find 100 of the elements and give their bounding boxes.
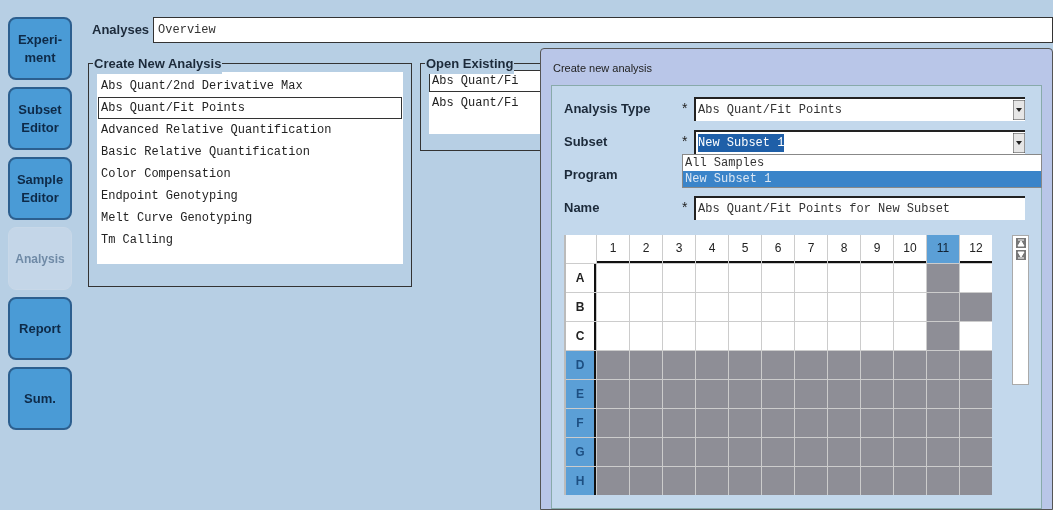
column-header[interactable]: 6	[762, 234, 794, 263]
dropdown-field[interactable]: Abs Quant/Fit Points	[694, 96, 1025, 121]
well[interactable]	[597, 263, 629, 292]
well[interactable]	[960, 437, 992, 466]
sidebar-tab[interactable]: Sample Editor	[8, 157, 72, 220]
well[interactable]	[630, 263, 662, 292]
well[interactable]	[597, 408, 629, 437]
well[interactable]	[795, 379, 827, 408]
well[interactable]	[663, 408, 695, 437]
well[interactable]	[861, 437, 893, 466]
column-header[interactable]: 7	[795, 234, 827, 263]
well[interactable]	[927, 350, 959, 379]
well[interactable]	[861, 350, 893, 379]
list-item[interactable]: Abs Quant/Fit Points	[98, 97, 402, 119]
well[interactable]	[894, 408, 926, 437]
dropdown-field[interactable]: New Subset 1	[694, 129, 1025, 154]
well[interactable]	[861, 408, 893, 437]
plate-corner-cell[interactable]	[566, 234, 596, 263]
well[interactable]	[828, 292, 860, 321]
well[interactable]	[696, 408, 728, 437]
row-header[interactable]: B	[566, 292, 596, 321]
well[interactable]	[729, 292, 761, 321]
well[interactable]	[894, 292, 926, 321]
well[interactable]	[894, 466, 926, 495]
well[interactable]	[861, 263, 893, 292]
well[interactable]	[795, 408, 827, 437]
list-item[interactable]: Basic Relative Quantification	[98, 141, 402, 163]
column-header[interactable]: 2	[630, 234, 662, 263]
scrollbar[interactable]	[1012, 234, 1029, 385]
well[interactable]	[894, 350, 926, 379]
list-item[interactable]: Color Compensation	[98, 163, 402, 185]
well[interactable]	[894, 263, 926, 292]
well[interactable]	[729, 437, 761, 466]
well[interactable]	[960, 350, 992, 379]
column-header[interactable]: 9	[861, 234, 893, 263]
well[interactable]	[597, 379, 629, 408]
well[interactable]	[861, 379, 893, 408]
well[interactable]	[630, 466, 662, 495]
scroll-bottom-icon[interactable]	[1015, 249, 1026, 260]
column-header[interactable]: 5	[729, 234, 761, 263]
well[interactable]	[663, 466, 695, 495]
well[interactable]	[696, 466, 728, 495]
column-header[interactable]: 11	[927, 234, 959, 263]
well[interactable]	[663, 350, 695, 379]
well[interactable]	[762, 292, 794, 321]
well[interactable]	[960, 466, 992, 495]
well[interactable]	[597, 321, 629, 350]
well[interactable]	[828, 321, 860, 350]
column-header[interactable]: 4	[696, 234, 728, 263]
well[interactable]	[960, 263, 992, 292]
list-item[interactable]: Advanced Relative Quantification	[98, 119, 402, 141]
well[interactable]	[828, 408, 860, 437]
well[interactable]	[663, 263, 695, 292]
well[interactable]	[861, 321, 893, 350]
well[interactable]	[927, 263, 959, 292]
well[interactable]	[927, 408, 959, 437]
well[interactable]	[729, 321, 761, 350]
well[interactable]	[960, 292, 992, 321]
well[interactable]	[597, 292, 629, 321]
well[interactable]	[927, 321, 959, 350]
analyses-field[interactable]: Overview	[153, 17, 1053, 43]
well[interactable]	[696, 292, 728, 321]
well[interactable]	[795, 466, 827, 495]
well[interactable]	[960, 408, 992, 437]
list-item[interactable]: Endpoint Genotyping	[98, 185, 402, 207]
well[interactable]	[729, 263, 761, 292]
well[interactable]	[663, 292, 695, 321]
well[interactable]	[861, 292, 893, 321]
well[interactable]	[630, 379, 662, 408]
well[interactable]	[597, 437, 629, 466]
column-header[interactable]: 1	[597, 234, 629, 263]
column-header[interactable]: 8	[828, 234, 860, 263]
column-header[interactable]: 12	[960, 234, 992, 263]
column-header[interactable]: 3	[663, 234, 695, 263]
well[interactable]	[696, 379, 728, 408]
well[interactable]	[729, 466, 761, 495]
well[interactable]	[795, 292, 827, 321]
well[interactable]	[630, 321, 662, 350]
well[interactable]	[663, 437, 695, 466]
well[interactable]	[729, 408, 761, 437]
well[interactable]	[630, 292, 662, 321]
well[interactable]	[597, 466, 629, 495]
name-field[interactable]: Abs Quant/Fit Points for New Subset	[694, 195, 1025, 220]
sidebar-tab[interactable]: Report	[8, 297, 72, 360]
well[interactable]	[762, 408, 794, 437]
well[interactable]	[762, 263, 794, 292]
well[interactable]	[894, 437, 926, 466]
well[interactable]	[762, 379, 794, 408]
well[interactable]	[729, 379, 761, 408]
well[interactable]	[861, 466, 893, 495]
scroll-top-icon[interactable]	[1015, 237, 1026, 248]
well[interactable]	[630, 437, 662, 466]
column-header[interactable]: 10	[894, 234, 926, 263]
sidebar-tab[interactable]: Experi- ment	[8, 17, 72, 80]
dropdown-caret-icon[interactable]	[1013, 132, 1025, 153]
well[interactable]	[960, 321, 992, 350]
list-item[interactable]: Melt Curve Genotyping	[98, 207, 402, 229]
well[interactable]	[762, 437, 794, 466]
well[interactable]	[828, 263, 860, 292]
dropdown-caret-icon[interactable]	[1013, 99, 1025, 120]
